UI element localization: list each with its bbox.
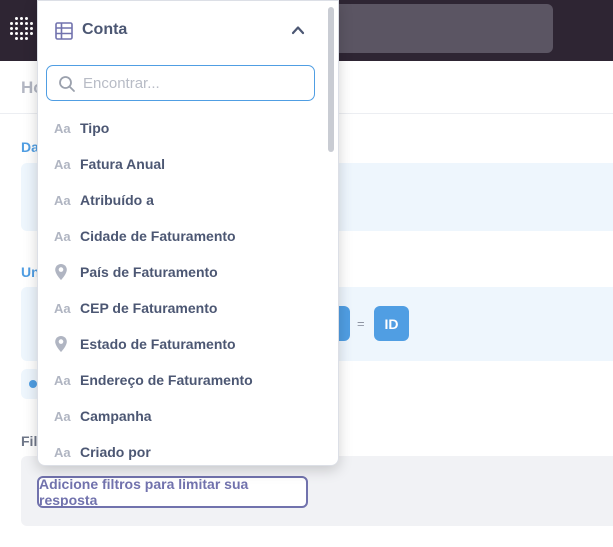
field-label: País de Faturamento (80, 264, 218, 280)
text-type-icon: Aa (54, 120, 71, 136)
location-pin-icon (54, 263, 80, 281)
text-type-icon: Aa (54, 300, 71, 316)
scrollbar-thumb[interactable] (328, 7, 334, 152)
logo-icon[interactable] (10, 17, 34, 43)
find-input[interactable] (46, 65, 315, 101)
join-right-column-pill[interactable]: ID (374, 306, 409, 341)
text-type-icon: Aa (54, 156, 71, 172)
column-picker-popover: Conta AaTipoAaFatura AnualAaAtribuído aA… (37, 0, 339, 466)
location-pin-icon (54, 335, 80, 353)
field-label: Atribuído a (80, 192, 154, 208)
field-label: CEP de Faturamento (80, 300, 218, 316)
field-item[interactable]: Aa Tipo (38, 110, 328, 146)
text-type-icon: Aa (54, 408, 71, 424)
chevron-up-icon[interactable] (291, 23, 305, 42)
table-title: Conta (82, 21, 128, 38)
text-type-icon: Aa (54, 444, 71, 460)
field-label: Tipo (80, 120, 110, 136)
text-type-icon: Aa (54, 372, 71, 388)
field-item[interactable]: Aa Criado por (38, 434, 328, 465)
table-icon (55, 22, 73, 45)
field-label: Estado de Faturamento (80, 336, 236, 352)
join-operator[interactable]: = (357, 316, 365, 331)
field-item[interactable]: Aa Campanha (38, 398, 328, 434)
field-item[interactable]: Aa CEP de Faturamento (38, 290, 328, 326)
field-item[interactable]: Estado de Faturamento (38, 326, 328, 362)
field-item[interactable]: País de Faturamento (38, 254, 328, 290)
field-item[interactable]: Aa Endereço de Faturamento (38, 362, 328, 398)
global-search-bar[interactable] (326, 4, 553, 53)
field-item[interactable]: Aa Cidade de Faturamento (38, 218, 328, 254)
text-type-icon: Aa (54, 192, 71, 208)
field-item[interactable]: Aa Atribuído a (38, 182, 328, 218)
filter-section-label: Fil (21, 433, 38, 449)
field-label: Campanha (80, 408, 152, 424)
field-list: Aa Tipo Aa Fatura Anual Aa Atribuído a Aa Cidad… (38, 110, 328, 465)
field-label: Endereço de Faturamento (80, 372, 253, 388)
text-type-icon: Aa (54, 228, 71, 244)
table-header[interactable]: Conta (38, 1, 338, 61)
field-label: Fatura Anual (80, 156, 166, 172)
toggle-dot-icon (29, 380, 37, 388)
add-filter-button[interactable]: Adicione filtros para limitar sua respos… (37, 476, 308, 508)
field-item[interactable]: Aa Fatura Anual (38, 146, 328, 182)
field-label: Cidade de Faturamento (80, 228, 236, 244)
search-icon (58, 75, 76, 98)
field-label: Criado por (80, 444, 151, 460)
